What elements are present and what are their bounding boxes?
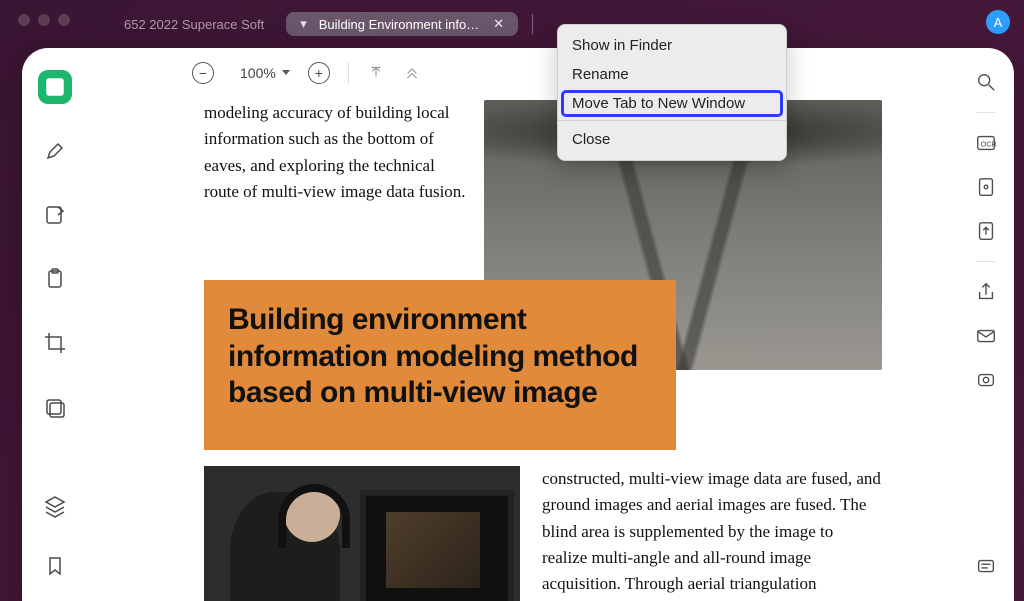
left-sidebar — [22, 48, 88, 601]
sidebar-separator — [976, 112, 996, 113]
scan-icon — [975, 176, 997, 198]
crop-icon — [43, 331, 67, 355]
highlighter-icon — [43, 139, 67, 163]
redact-tool[interactable] — [38, 390, 72, 424]
scan-button[interactable] — [972, 173, 1000, 201]
body-paragraph: constructed, multi-view image data are f… — [542, 466, 882, 601]
app-window: OCR − 100% + modeling accuracy of buildi… — [22, 48, 1014, 601]
share-button[interactable] — [972, 278, 1000, 306]
tab-inactive[interactable]: 652 2022 Superace Soft — [110, 13, 278, 36]
svg-text:OCR: OCR — [981, 140, 997, 149]
annotate-tool[interactable] — [38, 198, 72, 232]
document-viewport[interactable]: modeling accuracy of building local info… — [88, 48, 958, 601]
comments-button[interactable] — [972, 553, 1000, 581]
menu-rename[interactable]: Rename — [558, 60, 786, 89]
avatar[interactable]: A — [986, 10, 1010, 34]
search-icon — [975, 71, 997, 93]
comments-icon — [975, 556, 997, 578]
tab-bar: 652 2022 Superace Soft ▾ Building Enviro… — [110, 10, 944, 38]
headline-block: Building environment information modelin… — [204, 280, 676, 450]
window-controls — [18, 14, 70, 26]
highlighter-tool[interactable] — [38, 134, 72, 168]
crop-tool[interactable] — [38, 326, 72, 360]
menu-separator — [558, 120, 786, 121]
layers-icon — [43, 494, 67, 518]
clipboard-icon — [43, 267, 67, 291]
attachment-icon — [975, 220, 997, 242]
minimize-window[interactable] — [38, 14, 50, 26]
sidebar-separator — [976, 261, 996, 262]
ocr-button[interactable]: OCR — [972, 129, 1000, 157]
ocr-icon: OCR — [975, 132, 997, 154]
close-window[interactable] — [18, 14, 30, 26]
right-sidebar: OCR — [958, 48, 1014, 601]
stamp-icon — [975, 369, 997, 391]
tab-close-icon[interactable]: ✕ — [493, 16, 504, 32]
figure-workstation — [204, 466, 520, 601]
stamp-button[interactable] — [972, 366, 1000, 394]
thumbnails-tool[interactable] — [38, 70, 72, 104]
bookmark-tool[interactable] — [38, 549, 72, 583]
share-icon — [975, 281, 997, 303]
tab-dropdown-icon[interactable]: ▾ — [300, 16, 307, 32]
annotate-icon — [43, 203, 67, 227]
thumbnails-icon — [43, 75, 67, 99]
menu-show-in-finder[interactable]: Show in Finder — [558, 31, 786, 60]
mail-icon — [975, 325, 997, 347]
redact-icon — [43, 395, 67, 419]
tab-active[interactable]: ▾ Building Environment info… ✕ — [286, 12, 518, 36]
search-button[interactable] — [972, 68, 1000, 96]
layers-tool[interactable] — [38, 489, 72, 523]
tab-context-menu: Show in Finder Rename Move Tab to New Wi… — [557, 24, 787, 161]
bookmark-icon — [43, 554, 67, 578]
clipboard-tool[interactable] — [38, 262, 72, 296]
headline-text: Building environment information modelin… — [228, 302, 652, 412]
mail-button[interactable] — [972, 322, 1000, 350]
zoom-window[interactable] — [58, 14, 70, 26]
menu-close[interactable]: Close — [558, 125, 786, 154]
attachment-button[interactable] — [972, 217, 1000, 245]
tab-separator — [532, 14, 533, 34]
tab-label: Building Environment info… — [319, 17, 479, 32]
body-paragraph: modeling accuracy of building local info… — [204, 100, 472, 205]
menu-move-tab-new-window[interactable]: Move Tab to New Window — [562, 91, 782, 116]
tab-label: 652 2022 Superace Soft — [124, 17, 264, 32]
